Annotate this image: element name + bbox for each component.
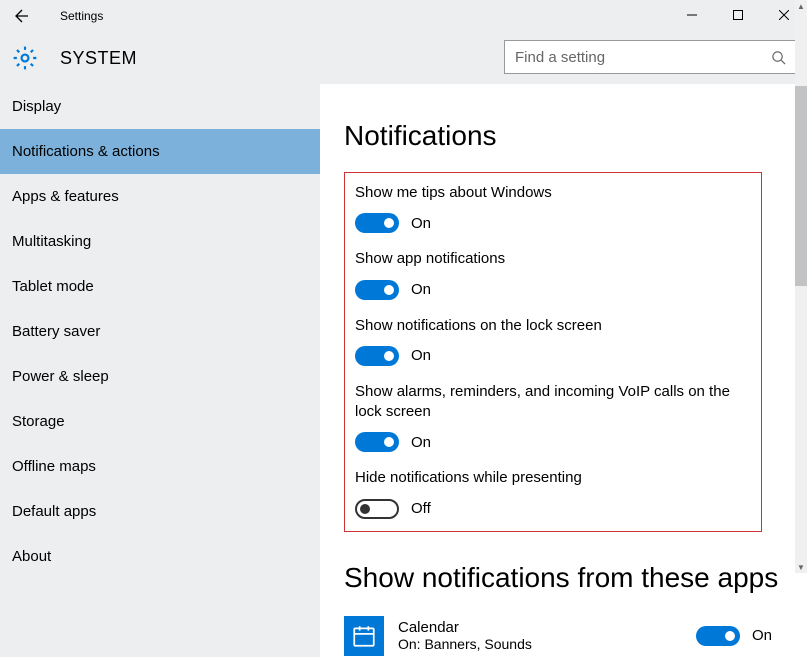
toggle-alarms-lock[interactable] [355,432,399,452]
toggle-state: On [411,434,431,451]
scroll-down-icon[interactable]: ▼ [795,561,807,573]
setting-label: Hide notifications while presenting [355,468,751,488]
toggle-hide-presenting[interactable] [355,499,399,519]
maximize-icon [733,10,743,20]
toggle-tips[interactable] [355,213,399,233]
setting-tips: Show me tips about Windows On [355,183,751,233]
sidebar-item-apps[interactable]: Apps & features [0,174,320,219]
maximize-button[interactable] [715,0,761,30]
sidebar-item-battery[interactable]: Battery saver [0,309,320,354]
scroll-up-icon[interactable]: ▲ [795,0,807,12]
page-heading: Notifications [344,120,783,152]
sidebar-item-storage[interactable]: Storage [0,399,320,444]
app-name: Calendar [398,619,682,636]
app-subtitle: On: Banners, Sounds [398,636,682,652]
app-info: Calendar On: Banners, Sounds [398,619,682,652]
section-title: SYSTEM [60,48,137,69]
close-icon [779,10,789,20]
search-icon [769,50,787,65]
setting-label: Show alarms, reminders, and incoming VoI… [355,382,751,423]
toggle-state: Off [411,500,431,517]
toggle-state: On [411,347,431,364]
setting-label: Show me tips about Windows [355,183,751,203]
setting-label: Show app notifications [355,249,751,269]
apps-heading: Show notifications from these apps [344,562,783,594]
toggle-state: On [752,627,772,644]
content-pane: Notifications Show me tips about Windows… [320,84,807,657]
search-input[interactable] [515,49,769,66]
minimize-button[interactable] [669,0,715,30]
app-row-calendar[interactable]: Calendar On: Banners, Sounds On [344,616,772,656]
setting-lock-screen: Show notifications on the lock screen On [355,316,751,366]
back-button[interactable] [0,0,40,32]
sidebar-item-about[interactable]: About [0,534,320,579]
sidebar: Display Notifications & actions Apps & f… [0,84,320,657]
scrollbar[interactable]: ▲ ▼ [795,0,807,573]
titlebar: Settings [0,0,807,32]
setting-app-notifications: Show app notifications On [355,249,751,299]
sidebar-item-notifications[interactable]: Notifications & actions [0,129,320,174]
window-title: Settings [40,9,103,23]
body: Display Notifications & actions Apps & f… [0,84,807,657]
toggle-app-calendar[interactable] [696,626,740,646]
setting-label: Show notifications on the lock screen [355,316,751,336]
toggle-lock-screen[interactable] [355,346,399,366]
sidebar-item-tablet[interactable]: Tablet mode [0,264,320,309]
sidebar-item-power[interactable]: Power & sleep [0,354,320,399]
toggle-app-notifications[interactable] [355,280,399,300]
highlighted-settings-group: Show me tips about Windows On Show app n… [344,172,762,532]
sidebar-item-display[interactable]: Display [0,84,320,129]
sidebar-item-multitasking[interactable]: Multitasking [0,219,320,264]
gear-icon [12,45,38,71]
minimize-icon [687,10,697,20]
scrollbar-thumb[interactable] [795,86,807,286]
setting-alarms-lock: Show alarms, reminders, and incoming VoI… [355,382,751,453]
header: Settings SYSTEM [0,0,807,84]
toggle-state: On [411,281,431,298]
back-arrow-icon [12,8,28,24]
sidebar-item-offline-maps[interactable]: Offline maps [0,444,320,489]
toggle-state: On [411,215,431,232]
search-box[interactable] [504,40,798,74]
sidebar-item-default-apps[interactable]: Default apps [0,489,320,534]
calendar-icon [344,616,384,656]
setting-hide-presenting: Hide notifications while presenting Off [355,468,751,518]
window-controls [669,0,807,30]
